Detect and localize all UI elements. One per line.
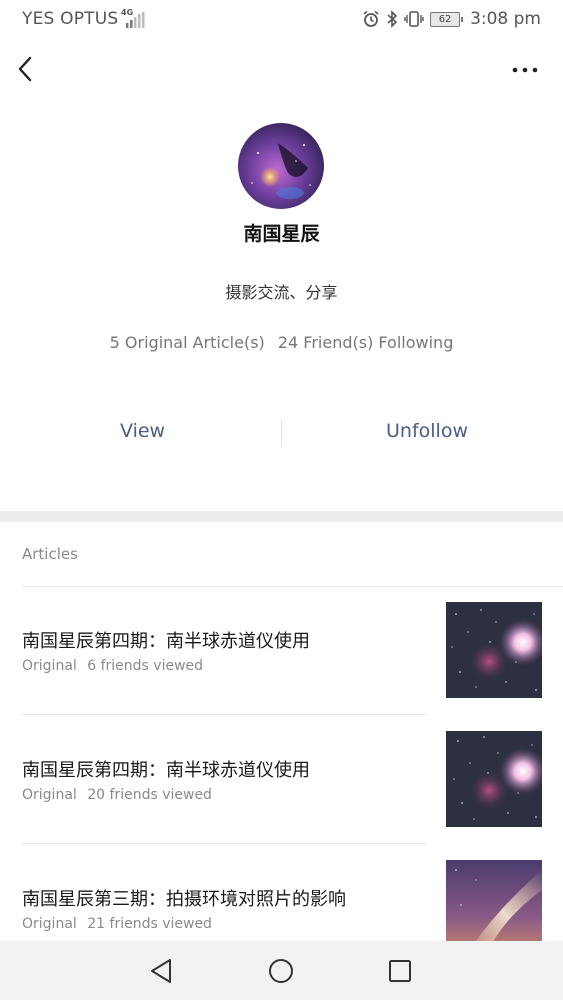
more-options-button[interactable] bbox=[511, 60, 539, 80]
clock: 3:08 pm bbox=[470, 9, 541, 29]
article-thumbnail bbox=[446, 602, 542, 698]
friends-viewed: 21 friends viewed bbox=[87, 916, 212, 932]
original-tag: Original bbox=[22, 658, 77, 674]
article-item[interactable]: 南国星辰第四期：南半球赤道仪使用 Original 6 friends view… bbox=[0, 587, 563, 716]
nav-back-button[interactable] bbox=[145, 955, 177, 987]
orion-nebula-image bbox=[446, 731, 542, 827]
back-button[interactable] bbox=[14, 54, 40, 84]
circle-home-icon bbox=[269, 959, 293, 983]
vibrate-icon bbox=[404, 11, 424, 27]
chevron-left-icon bbox=[18, 56, 32, 82]
article-divider bbox=[22, 714, 426, 715]
battery-icon: 62 bbox=[430, 11, 464, 27]
article-divider bbox=[22, 843, 426, 844]
triangle-back-icon bbox=[151, 959, 171, 983]
article-meta: Original 20 friends viewed bbox=[22, 787, 212, 803]
square-recents-icon bbox=[389, 960, 411, 982]
system-nav-bar bbox=[0, 941, 563, 1000]
nav-recents-button[interactable] bbox=[384, 955, 416, 987]
article-thumbnail bbox=[446, 731, 542, 827]
nebula-avatar-image bbox=[238, 123, 324, 209]
nav-home-button[interactable] bbox=[265, 955, 297, 987]
original-tag: Original bbox=[22, 787, 77, 803]
more-dots-icon bbox=[512, 67, 538, 73]
friends-viewed: 20 friends viewed bbox=[87, 787, 212, 803]
profile-bio: 摄影交流、分享 bbox=[225, 283, 338, 302]
articles-heading: Articles bbox=[22, 545, 78, 563]
friends-following-count[interactable]: 24 Friend(s) Following bbox=[278, 333, 453, 352]
actions-divider bbox=[281, 420, 282, 446]
view-button[interactable]: View bbox=[120, 420, 165, 442]
alarm-icon bbox=[363, 10, 379, 27]
article-title: 南国星辰第四期：南半球赤道仪使用 bbox=[22, 631, 310, 652]
original-articles-count: 5 Original Article(s) bbox=[109, 333, 265, 352]
article-meta: Original 6 friends viewed bbox=[22, 658, 203, 674]
signal-icon bbox=[126, 12, 145, 28]
section-divider bbox=[0, 511, 563, 522]
avatar[interactable] bbox=[238, 123, 324, 209]
carrier-label: YES OPTUS bbox=[22, 9, 119, 29]
unfollow-button[interactable]: Unfollow bbox=[386, 420, 468, 442]
article-title: 南国星辰第四期：南半球赤道仪使用 bbox=[22, 760, 310, 781]
profile-stats: 5 Original Article(s) 24 Friend(s) Follo… bbox=[0, 333, 563, 352]
bluetooth-icon bbox=[387, 10, 398, 28]
status-icons: 62 3:08 pm bbox=[362, 8, 541, 30]
profile-name: 南国星辰 bbox=[243, 223, 320, 245]
friends-viewed: 6 friends viewed bbox=[87, 658, 204, 674]
profile-actions: View Unfollow bbox=[0, 412, 563, 454]
orion-nebula-image bbox=[446, 602, 542, 698]
article-title: 南国星辰第三期：拍摄环境对照片的影响 bbox=[22, 889, 346, 910]
battery-level: 62 bbox=[438, 13, 452, 25]
original-tag: Original bbox=[22, 916, 77, 932]
article-meta: Original 21 friends viewed bbox=[22, 916, 212, 932]
status-bar: YES OPTUS 4G 62 3:08 pm bbox=[0, 0, 563, 38]
article-item[interactable]: 南国星辰第四期：南半球赤道仪使用 Original 20 friends vie… bbox=[0, 716, 563, 845]
